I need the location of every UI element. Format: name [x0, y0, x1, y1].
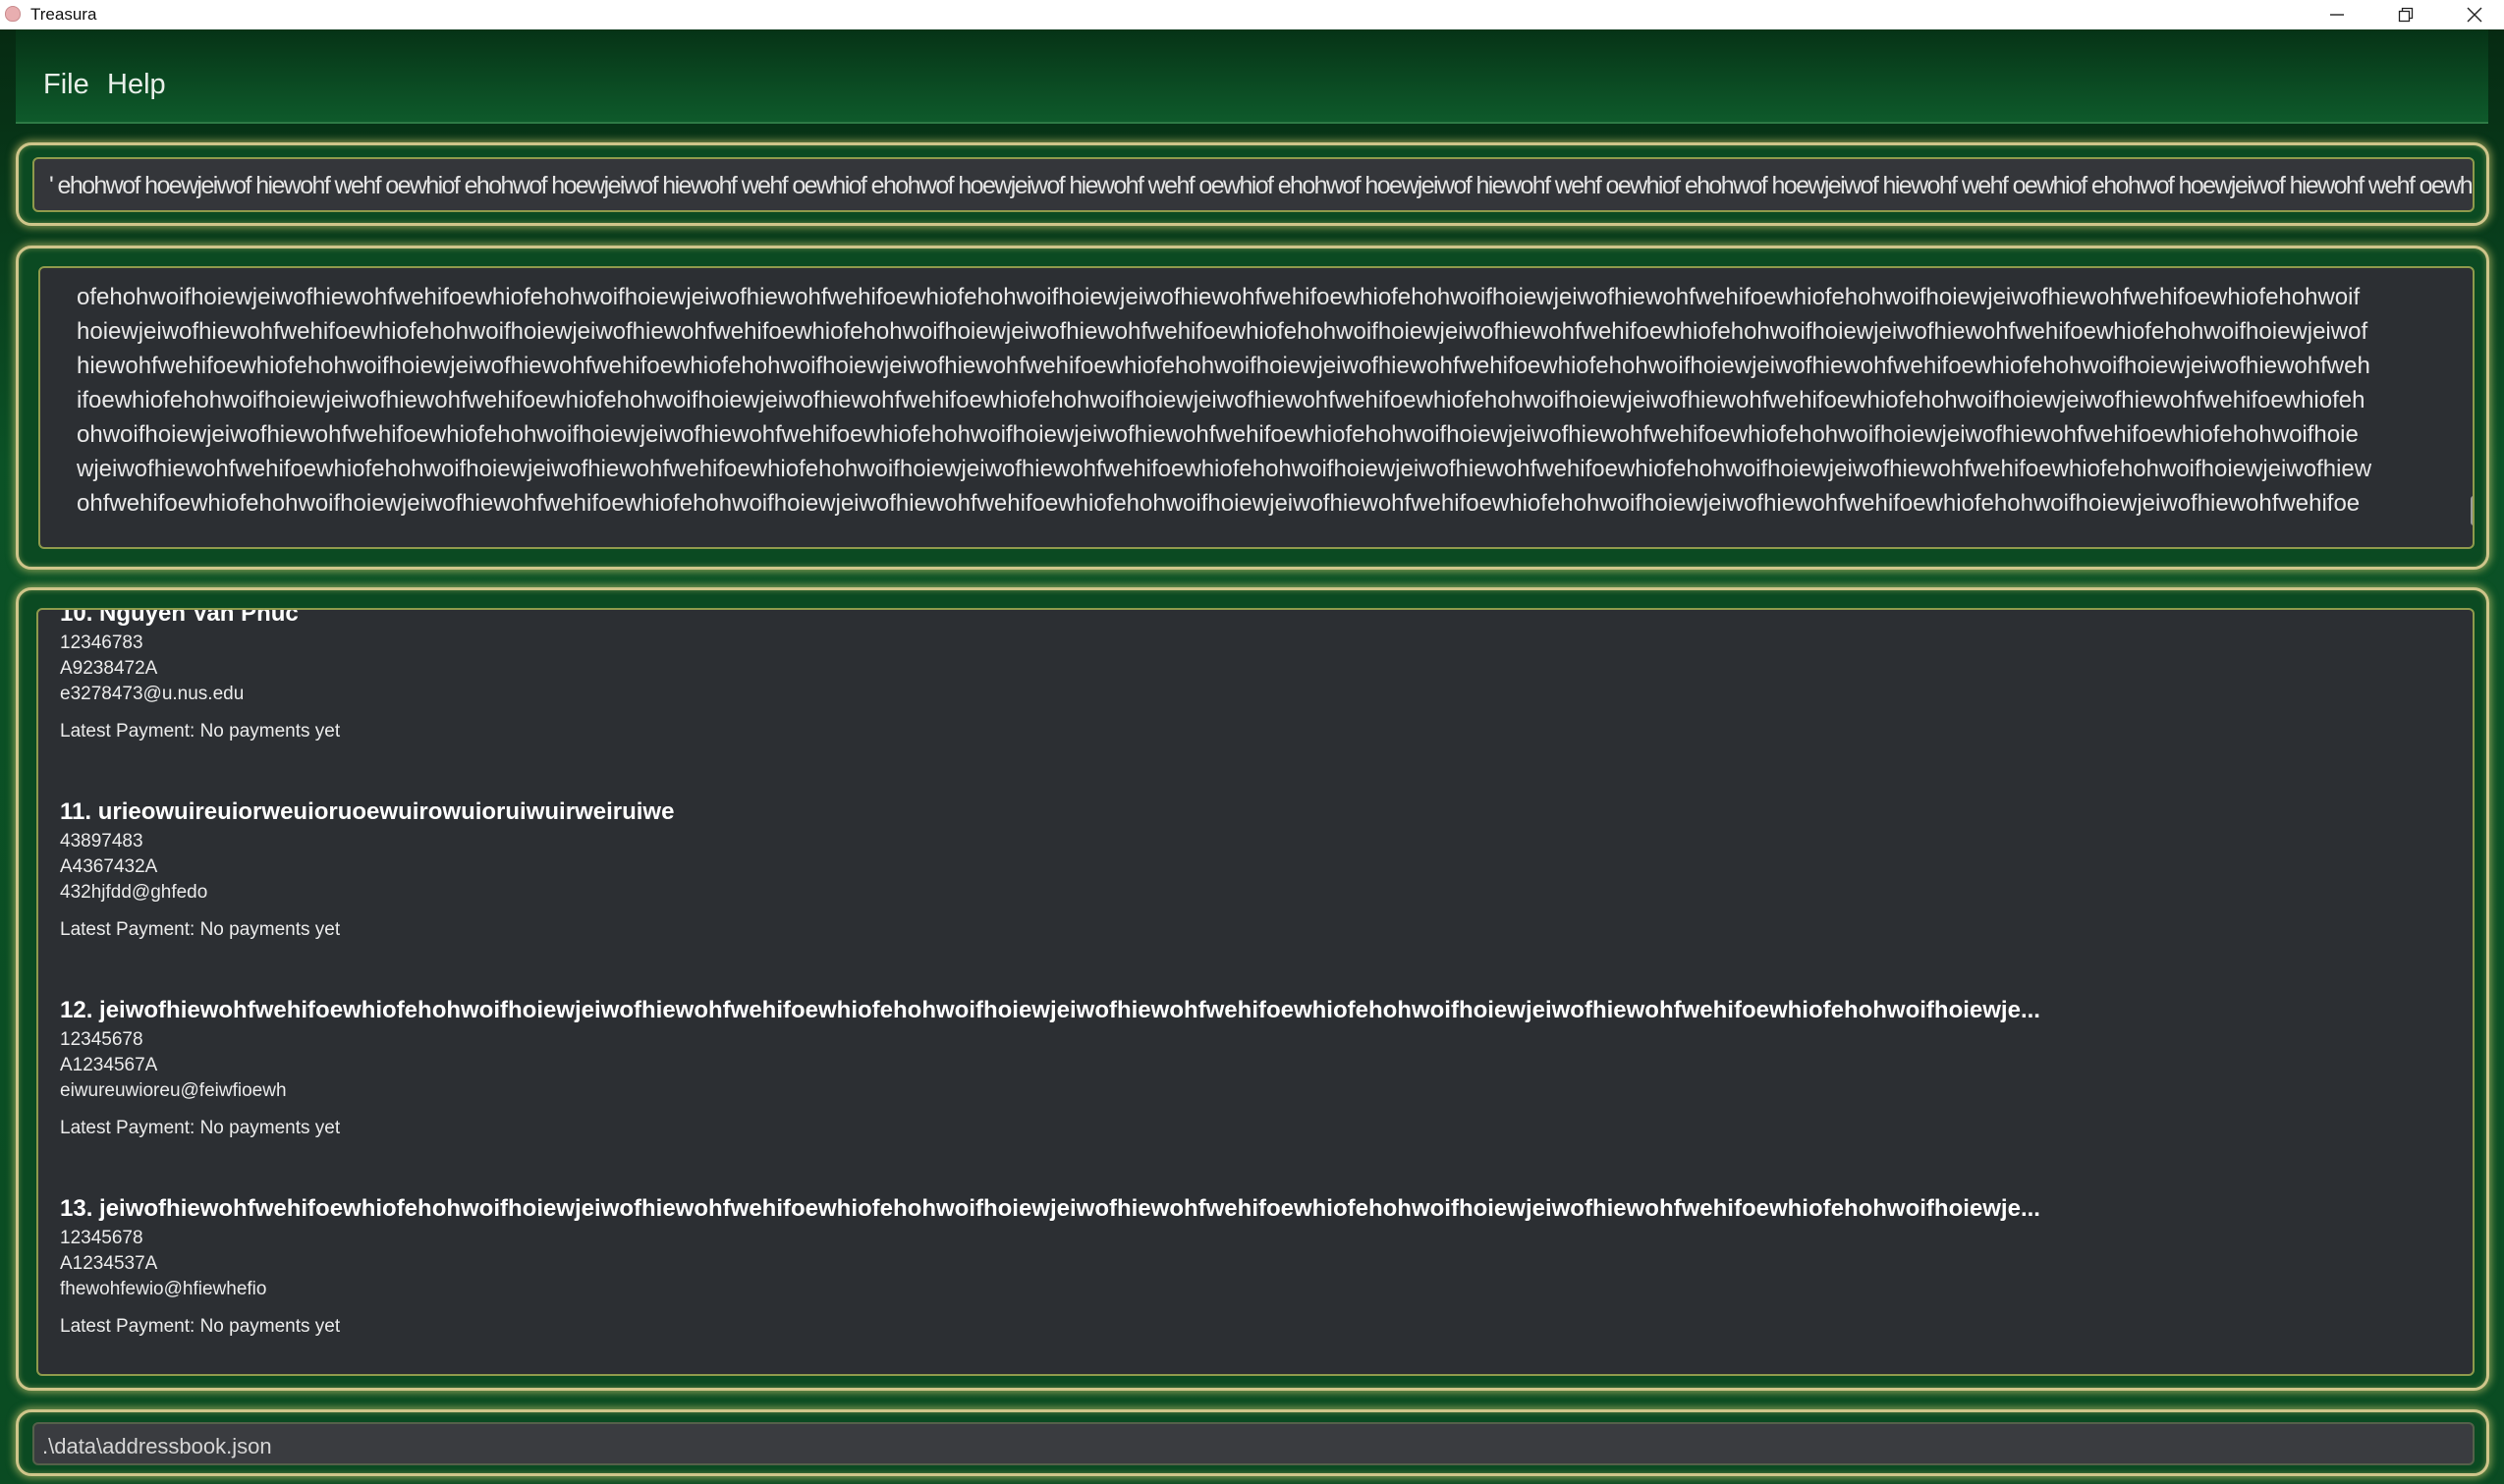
result-line: hiewohfwehifoewhiofehohwoifhoiewjeiwofhi… [77, 353, 2370, 379]
person-email: eiwureuwioreu@feiwfioewh [60, 1080, 287, 1101]
person-email: 432hjfdd@ghfedo [60, 882, 208, 903]
person-latest-payment: Latest Payment: No payments yet [60, 1316, 341, 1337]
person-list-panel: 10. Nguyen Van Phuc 12346783 A9238472A e… [16, 587, 2489, 1391]
person-name: 11. urieowuireuiorweuioruoewuirowuioruiw… [60, 798, 675, 825]
person-phone: 12346783 [60, 632, 143, 653]
person-latest-payment: Latest Payment: No payments yet [60, 1118, 341, 1138]
result-line: ofehohwoifhoiewjeiwofhiewohfwehifoewhiof… [77, 284, 2361, 310]
person-list-scrollbar[interactable] [2473, 1180, 2475, 1376]
status-bar: .\data\addressbook.json [32, 1422, 2475, 1465]
restore-button[interactable] [2371, 0, 2440, 29]
menu-file[interactable]: File [43, 69, 89, 101]
person-id: A4367432A [60, 856, 158, 877]
person-id: A1234537A [60, 1253, 158, 1274]
person-card[interactable]: 11. urieowuireuiorweuioruoewuirowuioruiw… [60, 796, 2437, 943]
person-email: e3278473@u.nus.edu [60, 684, 245, 704]
menu-help[interactable]: Help [107, 69, 166, 101]
result-line: ohwoifhoiewjeiwofhiewohfwehifoewhiofehoh… [77, 421, 2359, 448]
person-name: 12. jeiwofhiewohfwehifoewhiofehohwoifhoi… [60, 997, 2040, 1023]
command-input[interactable]: ' ehohwof hoewjeiwof hiewohf wehf oewhio… [32, 157, 2475, 212]
result-line: ifoewhiofehohwoifhoiewjeiwofhiewohfwehif… [77, 387, 2365, 413]
person-phone: 43897483 [60, 831, 143, 852]
minimize-button[interactable] [2303, 0, 2371, 29]
close-icon [2467, 7, 2482, 23]
result-display[interactable]: ofehohwoifhoiewjeiwofhiewohfwehifoewhiof… [38, 266, 2475, 549]
minimize-icon [2330, 14, 2344, 16]
person-name: 10. Nguyen Van Phuc [60, 608, 299, 627]
command-box-panel: ' ehohwof hoewjeiwof hiewohf wehf oewhio… [16, 142, 2489, 226]
save-file-path: .\data\addressbook.json [42, 1434, 272, 1458]
result-scrollbar[interactable] [2471, 496, 2473, 525]
command-input-text: ' ehohwof hoewjeiwof hiewohf wehf oewhio… [49, 172, 2475, 199]
person-card[interactable]: 10. Nguyen Van Phuc 12346783 A9238472A e… [60, 608, 2437, 744]
person-name: 13. jeiwofhiewohfwehifoewhiofehohwoifhoi… [60, 1195, 2040, 1222]
person-latest-payment: Latest Payment: No payments yet [60, 721, 341, 742]
person-id: A9238472A [60, 658, 158, 679]
person-card[interactable]: 13. jeiwofhiewohfwehifoewhiofehohwoifhoi… [60, 1192, 2437, 1340]
menu-bar: File Help [16, 29, 2488, 124]
result-line: ohfwehifoewhiofehohwoifhoiewjeiwofhiewoh… [77, 490, 2361, 517]
person-id: A1234567A [60, 1055, 158, 1075]
result-display-panel: ofehohwoifhoiewjeiwofhiewohfwehifoewhiof… [16, 246, 2489, 570]
close-button[interactable] [2440, 0, 2504, 29]
restore-icon [2398, 7, 2414, 23]
person-email: fhewohfewio@hfiewhefio [60, 1279, 267, 1299]
person-card[interactable]: 12. jeiwofhiewohfwehifoewhiofehohwoifhoi… [60, 994, 2437, 1141]
person-phone: 12345678 [60, 1029, 143, 1050]
person-list[interactable]: 10. Nguyen Van Phuc 12346783 A9238472A e… [36, 608, 2475, 1376]
window-titlebar: Treasura [0, 0, 2504, 30]
result-line: wjeiwofhiewohfwehifoewhiofehohwoifhoiewj… [77, 456, 2372, 482]
result-line: hoiewjeiwofhiewohfwehifoewhiofehohwoifho… [77, 318, 2368, 345]
person-phone: 12345678 [60, 1228, 143, 1248]
window-title: Treasura [30, 5, 97, 24]
status-bar-panel: .\data\addressbook.json [16, 1409, 2489, 1476]
app-icon [5, 6, 21, 22]
person-latest-payment: Latest Payment: No payments yet [60, 919, 341, 940]
